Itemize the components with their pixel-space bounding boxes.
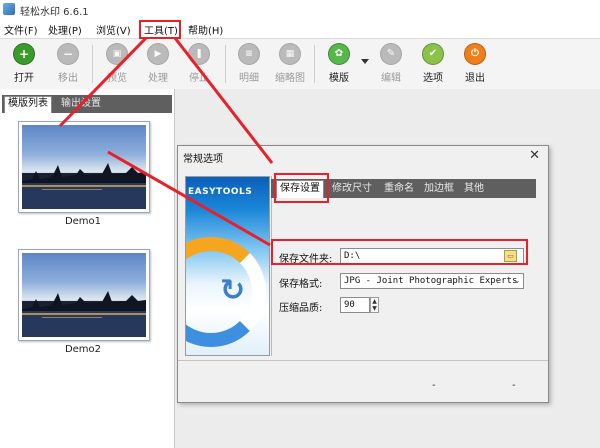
tab-resize[interactable]: 修改尺寸 <box>329 181 375 196</box>
template-thumbnail[interactable] <box>18 121 150 213</box>
options-dialog: 常规选项 ✕ EASYTOOLS ↻ 保存设置 修改尺寸 重命名 加边框 其他 … <box>177 145 549 403</box>
template-thumbnail[interactable] <box>18 249 150 341</box>
quality-stepper[interactable]: 90 <box>340 297 370 313</box>
save-format-select[interactable]: JPG - Joint Photographic Experts <box>340 273 524 289</box>
thumbnail-icon: ▦ <box>279 43 301 65</box>
highlight-box <box>271 239 528 265</box>
open-button[interactable]: + 打开 <box>5 43 43 87</box>
chevron-down-icon[interactable]: ⌄ <box>511 274 523 288</box>
process-button[interactable]: ▶ 处理 <box>139 43 177 87</box>
plus-icon: + <box>13 43 35 65</box>
stop-button[interactable]: ❚ 停止 <box>180 43 218 87</box>
exit-button[interactable]: ⏻ 退出 <box>456 43 494 87</box>
menu-view[interactable]: 浏览(V) <box>96 22 131 37</box>
menu-file[interactable]: 文件(F) <box>4 22 38 37</box>
tab-other[interactable]: 其他 <box>461 181 487 196</box>
title-bar: 轻松水印 6.6.1 <box>0 0 600 19</box>
tab-rename[interactable]: 重命名 <box>381 181 417 196</box>
template-panel: 模版列表 输出设置 Demo1 Demo2 <box>0 89 175 448</box>
edit-icon: ✎ <box>380 43 402 65</box>
quality-label: 压缩品质: <box>279 303 323 314</box>
highlight-box <box>139 20 181 39</box>
window-title: 轻松水印 6.6.1 <box>20 7 89 18</box>
play-icon: ▶ <box>147 43 169 65</box>
toolbar-separator <box>92 45 93 83</box>
thumbnail-caption: Demo1 <box>64 216 102 227</box>
tab-template-list[interactable]: 模版列表 <box>4 96 52 113</box>
template-button[interactable]: ✿ 模版 <box>320 43 358 87</box>
brand-banner: EASYTOOLS ↻ <box>185 176 270 356</box>
thumbnail-view-button[interactable]: ▦ 缩略图 <box>271 43 309 87</box>
toolbar-separator <box>314 45 315 83</box>
stop-icon: ❚ <box>188 43 210 65</box>
brand-logo: EASYTOOLS <box>188 187 253 197</box>
preview-button[interactable]: ▣ 预览 <box>98 43 136 87</box>
thumbnail-caption: Demo2 <box>64 344 102 355</box>
options-icon: ✔ <box>422 43 444 65</box>
tab-add-border[interactable]: 加边框 <box>421 181 457 196</box>
options-button[interactable]: ✔ 选项 <box>414 43 452 87</box>
spin-arrows-icon[interactable]: ▲ ▼ <box>370 297 379 313</box>
minus-icon: − <box>57 43 79 65</box>
remove-button[interactable]: − 移出 <box>49 43 87 87</box>
edit-button[interactable]: ✎ 编辑 <box>372 43 410 87</box>
toolbar-separator <box>225 45 226 83</box>
refresh-arrow-icon: ↻ <box>220 273 246 308</box>
app-icon <box>3 3 15 15</box>
highlight-box <box>274 173 329 203</box>
chevron-down-icon[interactable] <box>361 59 369 64</box>
dialog-title: 常规选项 <box>183 154 223 165</box>
button-placeholder[interactable]: - <box>432 380 436 391</box>
template-icon: ✿ <box>328 43 350 65</box>
city-photo-thumbnail <box>22 125 146 209</box>
button-placeholder[interactable]: - <box>512 380 516 391</box>
detail-icon: ≡ <box>238 43 260 65</box>
menu-help[interactable]: 帮助(H) <box>188 22 223 37</box>
save-format-label: 保存格式: <box>279 279 323 290</box>
detail-view-button[interactable]: ≡ 明细 <box>230 43 268 87</box>
divider <box>178 360 548 361</box>
toolbar: + 打开 − 移出 ▣ 预览 ▶ 处理 ❚ 停止 ≡ 明细 ▦ 缩略图 ✿ 模版… <box>0 38 600 90</box>
close-icon[interactable]: ✕ <box>529 148 540 163</box>
preview-icon: ▣ <box>106 43 128 65</box>
city-photo-thumbnail <box>22 253 146 337</box>
panel-tab-bar: 模版列表 输出设置 <box>2 95 172 113</box>
divider <box>271 176 272 356</box>
menu-bar: 文件(F) 处理(P) 浏览(V) 工具(T) 帮助(H) <box>0 19 600 37</box>
menu-process[interactable]: 处理(P) <box>48 22 82 37</box>
tab-output-settings[interactable]: 输出设置 <box>58 97 104 111</box>
exit-icon: ⏻ <box>464 43 486 65</box>
